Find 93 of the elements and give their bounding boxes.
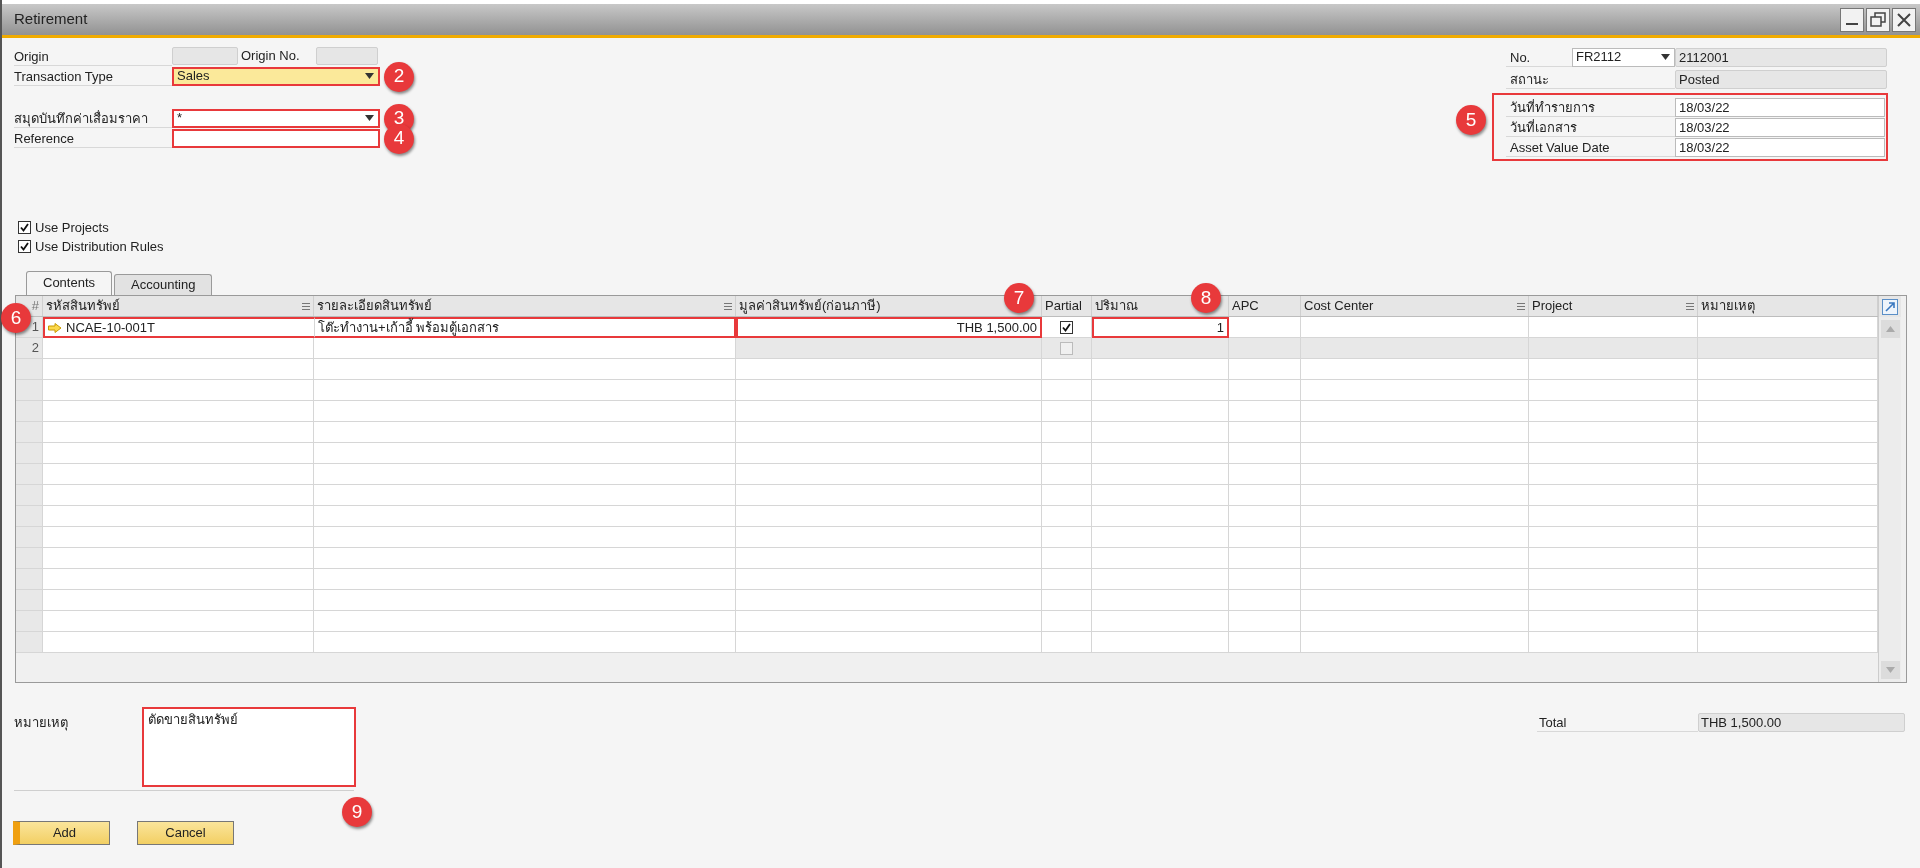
field-label: วันที่ทำรายการ [1506, 97, 1675, 117]
expand-icon[interactable] [1882, 298, 1898, 315]
table-cell [1042, 380, 1092, 401]
column-header[interactable]: มูลค่าสินทรัพย์(ก่อนภาษี) [739, 296, 881, 316]
status-field: Posted [1675, 69, 1887, 89]
row-number: 2 [16, 338, 43, 359]
checkbox-label: Use Distribution Rules [35, 237, 164, 256]
checkbox[interactable] [18, 240, 31, 253]
column-header[interactable]: Partial [1045, 296, 1082, 316]
callout-badge: 7 [1004, 283, 1034, 313]
table-cell [1042, 548, 1092, 569]
table-cell [1042, 401, 1092, 422]
column-header[interactable]: หมายเหตุ [1701, 296, 1755, 316]
button[interactable]: Cancel [137, 821, 234, 845]
total-field: THB 1,500.00 [1698, 713, 1905, 732]
arrow-icon [48, 322, 62, 333]
table-cell [1229, 632, 1301, 653]
table-cell [1229, 401, 1301, 422]
column-header[interactable]: รหัสสินทรัพย์ [46, 296, 120, 316]
series-dropdown[interactable]: FR2112 [1572, 47, 1675, 67]
field-label: Origin [14, 46, 172, 66]
table-cell [1229, 590, 1301, 611]
dropdown[interactable]: * [172, 108, 380, 128]
table-cell[interactable]: โต๊ะทำงาน+เก้าอี้ พร้อมตู้เอกสาร [314, 317, 736, 338]
column-header[interactable]: APC [1232, 296, 1259, 316]
table-cell [1229, 506, 1301, 527]
table-cell[interactable]: THB 1,500.00 [736, 317, 1042, 338]
table-cell [1229, 359, 1301, 380]
tab[interactable]: Accounting [114, 274, 213, 295]
table-cell[interactable]: NCAE-10-001T [43, 317, 314, 338]
table-cell [1042, 422, 1092, 443]
caret-icon [365, 73, 374, 79]
date-field[interactable]: 18/03/22 [1675, 137, 1885, 157]
callout-badge: 5 [1456, 105, 1486, 135]
table-cell [1042, 464, 1092, 485]
table-cell [1042, 611, 1092, 632]
checkbox[interactable] [1060, 320, 1073, 334]
field-label: วันที่เอกสาร [1506, 117, 1675, 137]
table-cell [1229, 380, 1301, 401]
restore-icon[interactable] [1866, 7, 1890, 32]
field-label: Total [1537, 713, 1698, 732]
table-cell [1042, 569, 1092, 590]
checkbox[interactable] [1060, 341, 1073, 355]
column-header[interactable]: Project [1532, 296, 1573, 316]
menu-icon[interactable] [302, 302, 310, 310]
text-field[interactable] [172, 128, 380, 148]
column-header[interactable]: ปริมาณ [1095, 296, 1138, 316]
callout-badge: 8 [1191, 283, 1221, 313]
menu-icon[interactable] [1517, 302, 1525, 310]
close-icon[interactable] [1892, 7, 1916, 32]
table-cell [1229, 422, 1301, 443]
dropdown[interactable]: Sales [172, 66, 380, 86]
column-header[interactable]: รายละเอียดสินทรัพย์ [317, 296, 432, 316]
field-label: Asset Value Date [1506, 137, 1675, 157]
table-cell [1229, 569, 1301, 590]
number-field: 2112001 [1675, 47, 1887, 67]
table-cell [1042, 443, 1092, 464]
minimize-icon[interactable] [1840, 7, 1864, 32]
field-label: Origin No. [240, 47, 301, 66]
caret-icon [1661, 54, 1670, 60]
field-label: สถานะ [1506, 69, 1675, 89]
button[interactable]: Add [13, 821, 110, 845]
table-cell [1229, 443, 1301, 464]
table-cell [1229, 548, 1301, 569]
checkbox[interactable] [18, 221, 31, 234]
date-field[interactable]: 18/03/22 [1675, 97, 1885, 117]
callout-badge: 2 [384, 61, 414, 92]
date-field[interactable]: 18/03/22 [1675, 117, 1885, 137]
origin-field [172, 47, 238, 65]
column-header[interactable]: # [31, 296, 39, 316]
window-title: Retirement [14, 9, 88, 30]
field-label: หมายเหตุ [14, 714, 69, 733]
table-cell [1229, 464, 1301, 485]
table-cell[interactable]: 1 [1092, 317, 1229, 338]
table-cell [1229, 611, 1301, 632]
table-cell [1229, 485, 1301, 506]
table-cell [1042, 506, 1092, 527]
callout-badge: 9 [342, 797, 372, 827]
remarks-field[interactable]: ตัดขายสินทรัพย์ [142, 707, 356, 787]
scrollbar[interactable] [1878, 296, 1901, 682]
table-cell [1229, 338, 1301, 359]
origin-number-field [316, 47, 378, 65]
caret-icon [365, 115, 374, 121]
checkbox-label: Use Projects [35, 218, 109, 237]
table-cell [1042, 485, 1092, 506]
tab[interactable]: Contents [26, 271, 113, 295]
table-cell [1229, 527, 1301, 548]
menu-icon[interactable] [724, 302, 732, 310]
table-cell [1042, 590, 1092, 611]
table-cell [1042, 527, 1092, 548]
column-header[interactable]: Cost Center [1304, 296, 1374, 316]
table-cell [1042, 632, 1092, 653]
menu-icon[interactable] [1686, 302, 1694, 310]
